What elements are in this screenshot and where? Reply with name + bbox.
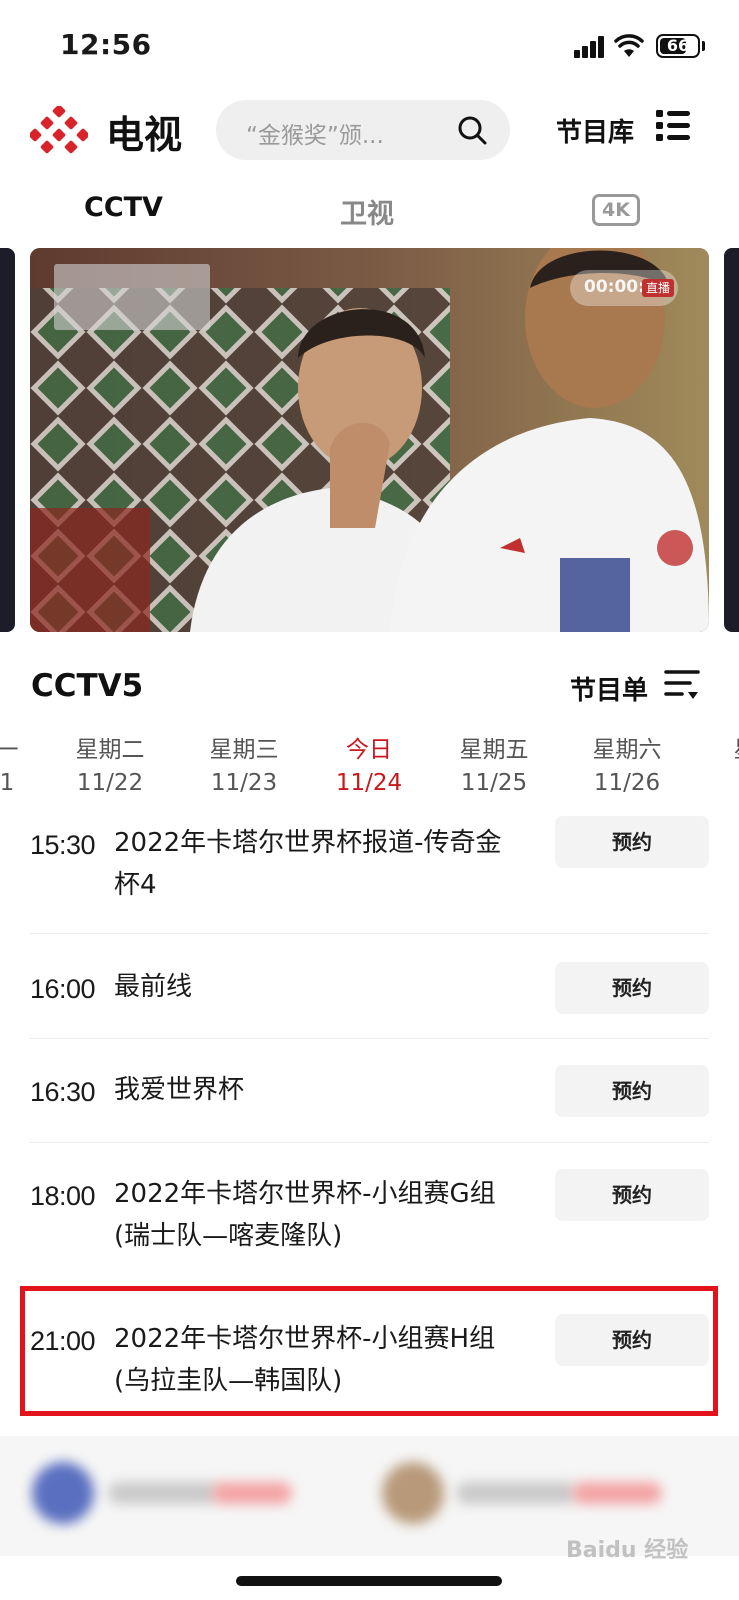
blurred-text (456, 1482, 576, 1504)
program-title: 我爱世界杯 (114, 1075, 245, 1105)
reserve-button[interactable]: 预约 (555, 1169, 709, 1221)
battery-level: 66 (666, 36, 690, 55)
program-library-link[interactable]: 节目库 (556, 112, 634, 149)
cellular-signal-icon (574, 36, 606, 58)
blurred-text (572, 1482, 662, 1504)
day-monday[interactable]: 一 1 (0, 734, 62, 800)
list-menu-icon[interactable] (656, 108, 690, 142)
previous-video-card[interactable] (0, 248, 15, 632)
blurred-text (108, 1482, 218, 1504)
program-title: 2022年卡塔尔世界杯-小组赛G组(瑞士队—喀麦隆队) (114, 1179, 496, 1251)
watermark: Baidu 经验 (566, 1538, 689, 1563)
tab-satellite[interactable]: 卫视 (340, 192, 394, 231)
wifi-icon (614, 34, 644, 57)
battery-cap (702, 41, 705, 51)
live-badge: 直播 (642, 279, 675, 297)
program-row: 18:00 2022年卡塔尔世界杯-小组赛G组(瑞士队—喀麦隆队) 预约 (30, 1143, 709, 1283)
reserve-button[interactable]: 预约 (555, 816, 709, 868)
blurred-text (212, 1482, 292, 1504)
program-row: 16:00 最前线 预约 (30, 934, 709, 1039)
channel-title: CCTV5 (31, 668, 144, 704)
program-row: 15:30 2022年卡塔尔世界杯报道-传奇金杯4 预约 (30, 808, 709, 934)
day-tuesday[interactable]: 星期二 11/22 (55, 734, 165, 800)
live-time-badge: 00:00:1 直播 (570, 270, 678, 306)
next-video-card[interactable] (724, 248, 739, 632)
day-selector: 一 1 星期二 11/22 星期三 11/23 今日 11/24 星期五 11/… (0, 734, 739, 806)
channel-tabs: CCTV 卫视 4K (0, 182, 739, 242)
tab-4k[interactable]: 4K (592, 194, 640, 226)
app-title: 电视 (106, 113, 183, 157)
home-indicator[interactable] (236, 1576, 502, 1586)
blurred-avatar (382, 1462, 444, 1524)
blurred-avatar (32, 1462, 94, 1524)
reserve-button[interactable]: 预约 (555, 962, 709, 1014)
program-time: 16:00 (30, 974, 96, 1004)
highlight-annotation (20, 1286, 718, 1416)
day-today[interactable]: 今日 11/24 (314, 734, 424, 800)
day-wednesday[interactable]: 星期三 11/23 (189, 734, 299, 800)
status-time: 12:56 (60, 28, 152, 61)
day-sunday[interactable]: 星 1 (690, 734, 739, 800)
program-title: 最前线 (114, 972, 193, 1002)
tab-cctv[interactable]: CCTV (84, 192, 163, 223)
day-saturday[interactable]: 星期六 11/26 (572, 734, 682, 800)
search-icon[interactable] (456, 114, 488, 146)
program-time: 15:30 (30, 830, 96, 860)
app-header: 电视 “金猴奖”颁... 节目库 (0, 92, 739, 172)
search-input[interactable]: “金猴奖”颁... (246, 116, 436, 150)
schedule-link[interactable]: 节目单 (570, 670, 648, 707)
program-time: 16:30 (30, 1077, 96, 1107)
cctv-logo-icon (30, 106, 88, 154)
program-row: 16:30 我爱世界杯 预约 (30, 1039, 709, 1143)
search-bar[interactable]: “金猴奖”颁... (216, 100, 510, 160)
battery-icon: 66 (656, 34, 700, 58)
schedule-list-icon[interactable] (664, 668, 700, 702)
blurred-overlay (54, 264, 210, 330)
status-bar: 12:56 66 (0, 0, 739, 92)
day-friday[interactable]: 星期五 11/25 (439, 734, 549, 800)
live-video-player[interactable]: 00:00:1 直播 (30, 248, 709, 632)
reserve-button[interactable]: 预约 (555, 1065, 709, 1117)
program-time: 18:00 (30, 1181, 96, 1211)
program-title: 2022年卡塔尔世界杯报道-传奇金杯4 (114, 828, 502, 900)
